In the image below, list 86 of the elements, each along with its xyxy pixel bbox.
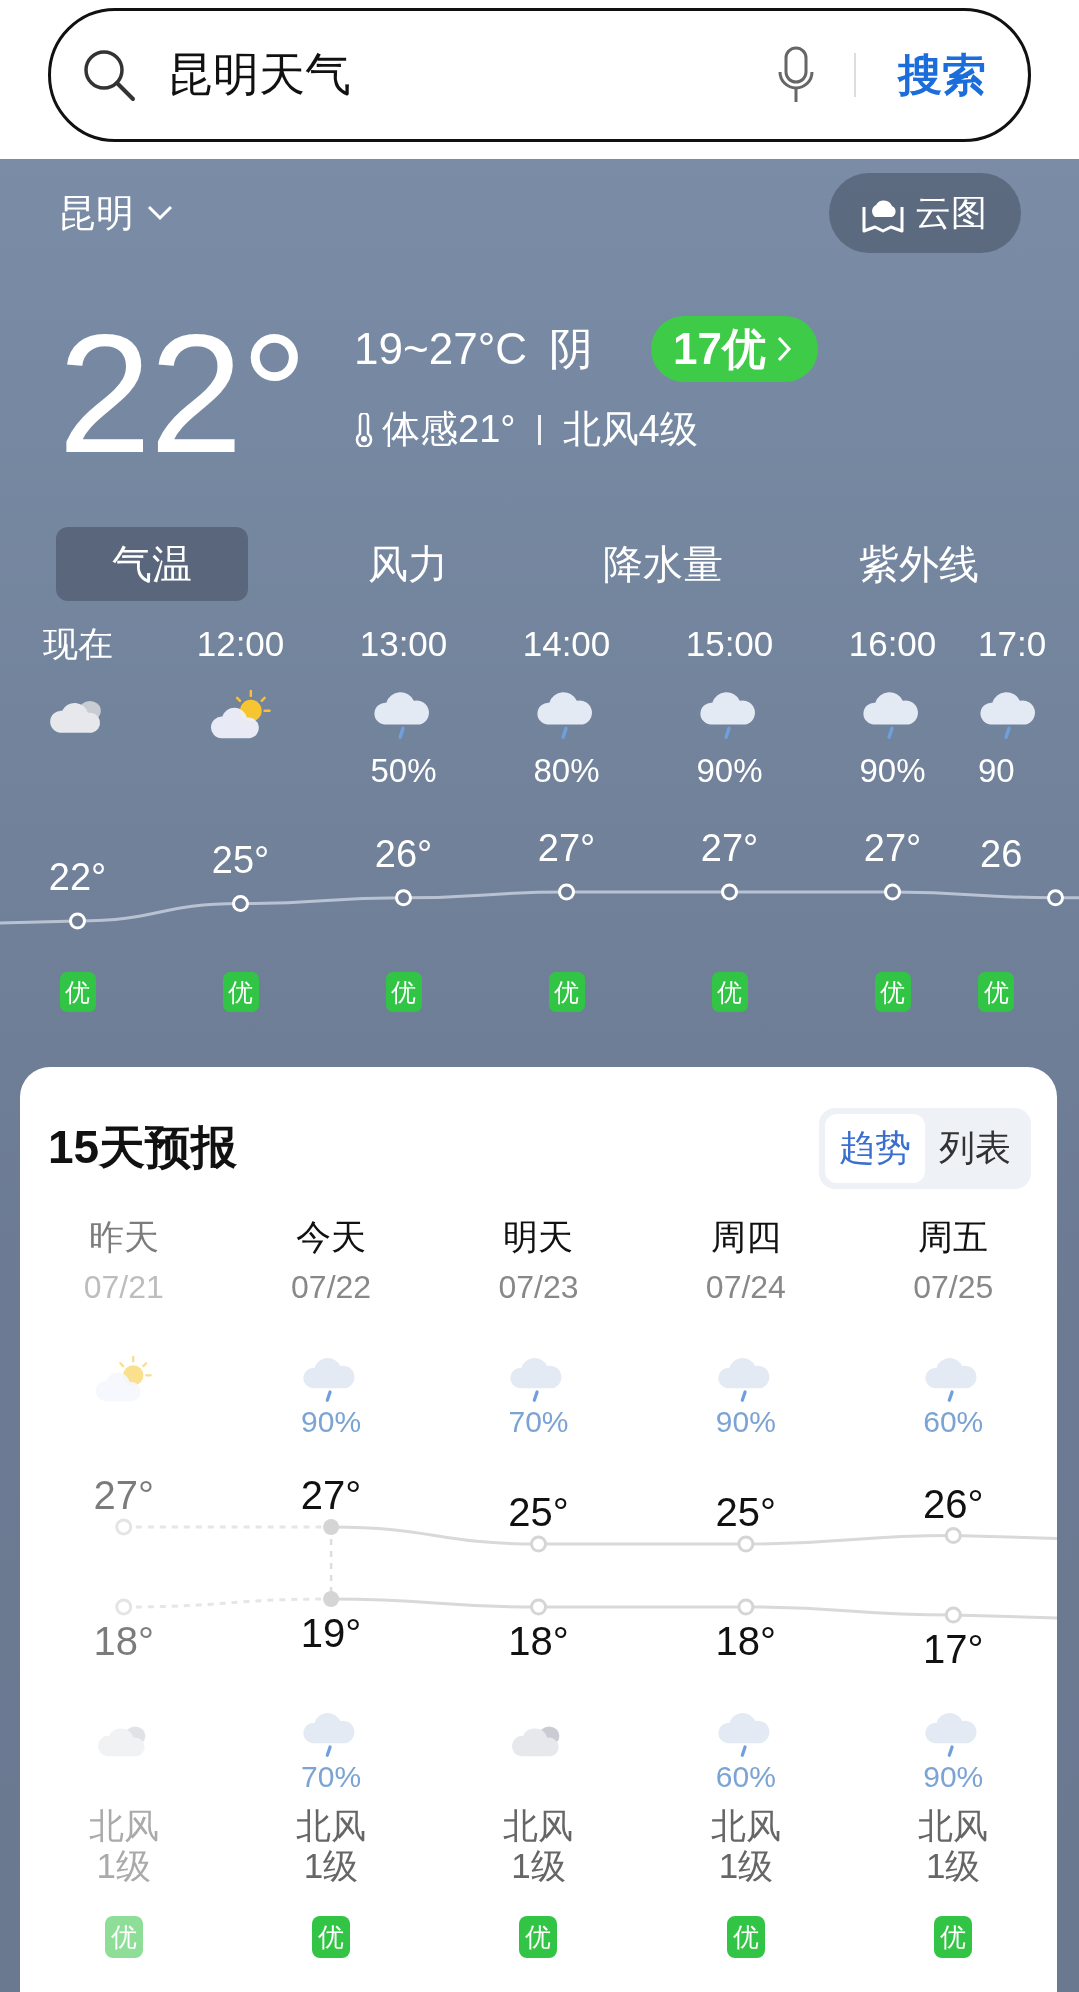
chevron-right-icon bbox=[775, 335, 792, 363]
hour-temperature: 27° bbox=[863, 826, 922, 870]
date-label: 07/24 bbox=[705, 1268, 786, 1307]
feels-like-text: 体感21° bbox=[382, 407, 516, 452]
high-temperature: 25° bbox=[508, 1489, 569, 1535]
hour-temperature: 26° bbox=[374, 832, 433, 876]
rain-chance: 90% bbox=[923, 1760, 984, 1793]
low-temperature: 18° bbox=[508, 1618, 569, 1664]
day-label: 明天 bbox=[503, 1216, 574, 1258]
low-temperature: 19° bbox=[300, 1610, 362, 1656]
hour-label: 13:00 bbox=[359, 623, 448, 665]
day-label: 今天 bbox=[296, 1216, 367, 1258]
low-temperature: 18° bbox=[715, 1618, 777, 1664]
day-label: 周五 bbox=[918, 1216, 989, 1258]
hour-temperature: 22° bbox=[48, 855, 107, 899]
search-field[interactable]: 昆明天气 搜索 bbox=[48, 8, 1031, 142]
high-temperature: 25° bbox=[715, 1489, 777, 1535]
view-option[interactable]: 列表 bbox=[925, 1113, 1025, 1183]
air-quality-badge: 优 bbox=[104, 1916, 143, 1958]
rain-chance: 80% bbox=[533, 752, 600, 789]
sun-cloud-icon bbox=[208, 689, 273, 741]
rain-chance: 50% bbox=[370, 752, 437, 789]
chart-tab[interactable]: 降水量 bbox=[567, 527, 760, 601]
high-temperature: 26° bbox=[923, 1481, 984, 1526]
air-quality-badge: 优 bbox=[726, 1916, 765, 1958]
current-temperature: 22° bbox=[58, 310, 307, 478]
wind-info: 北风 1级 bbox=[918, 1806, 989, 1886]
rain-chance: 70% bbox=[301, 1760, 362, 1793]
chevron-down-icon bbox=[146, 204, 174, 222]
air-quality-badge: 优 bbox=[385, 972, 422, 1012]
rain-chance: 70% bbox=[508, 1405, 569, 1438]
hour-label: 12:00 bbox=[196, 623, 285, 665]
date-label: 07/23 bbox=[498, 1268, 579, 1307]
hour-temperature: 26 bbox=[980, 832, 1023, 876]
chart-tab[interactable]: 紫外线 bbox=[823, 527, 1015, 601]
air-quality-badge: 优 bbox=[934, 1916, 973, 1958]
weather-condition: 阴 bbox=[549, 322, 593, 375]
hour-temperature: 27° bbox=[700, 826, 759, 870]
rain-chance: 90% bbox=[715, 1405, 776, 1438]
hour-label: 17:0 bbox=[978, 623, 1047, 665]
rain-chance: 90% bbox=[696, 752, 763, 789]
air-quality-badge: 优 bbox=[711, 972, 748, 1012]
rain-chance: 90 bbox=[978, 752, 1015, 789]
wind-info: 北风 1级 bbox=[503, 1806, 574, 1886]
chart-tab[interactable]: 风力 bbox=[311, 527, 504, 601]
low-temperature: 18° bbox=[93, 1618, 154, 1664]
hour-label: 15:00 bbox=[685, 623, 774, 665]
city-selector[interactable]: 昆明 bbox=[58, 183, 174, 243]
day-label: 周四 bbox=[710, 1216, 781, 1258]
rain-chance: 60% bbox=[715, 1760, 776, 1793]
hour-temperature: 25° bbox=[211, 838, 270, 882]
sun-cloud-icon bbox=[93, 1355, 154, 1403]
microphone-icon[interactable] bbox=[776, 46, 816, 104]
low-temperature: 17° bbox=[923, 1626, 984, 1672]
wind-info: 北风 1级 bbox=[710, 1806, 781, 1886]
chart-tab[interactable]: 气温 bbox=[56, 527, 248, 601]
air-quality-badge: 优 bbox=[59, 972, 96, 1012]
date-label: 07/21 bbox=[83, 1268, 164, 1307]
search-button[interactable]: 搜索 bbox=[892, 41, 992, 109]
day-label: 昨天 bbox=[88, 1216, 159, 1258]
hour-label: 现在 bbox=[42, 623, 113, 665]
hour-temperature: 27° bbox=[537, 826, 596, 870]
wind-info: 北风 1级 bbox=[88, 1806, 159, 1886]
rain-chance: 90% bbox=[859, 752, 926, 789]
hour-label: 16:00 bbox=[848, 623, 937, 665]
air-quality-badge: 优 bbox=[312, 1916, 351, 1958]
search-icon bbox=[81, 47, 137, 103]
air-quality-badge: 优 bbox=[548, 972, 585, 1012]
high-temperature: 27° bbox=[93, 1472, 154, 1518]
temperature-range: 19~27°C bbox=[354, 324, 527, 374]
wind-info: 北风 1级 bbox=[296, 1806, 367, 1886]
rain-chance: 60% bbox=[923, 1405, 984, 1438]
view-option[interactable]: 趋势 bbox=[825, 1113, 925, 1183]
air-quality-badge: 优 bbox=[978, 972, 1014, 1012]
section-title: 15天预报 bbox=[48, 1120, 238, 1175]
date-label: 07/25 bbox=[913, 1268, 994, 1307]
rain-chance: 90% bbox=[301, 1405, 362, 1438]
high-temperature: 27° bbox=[300, 1472, 362, 1518]
air-quality-badge: 优 bbox=[222, 972, 259, 1012]
thermometer-icon bbox=[354, 412, 375, 447]
air-quality-badge: 优 bbox=[874, 972, 911, 1012]
wind-text: 北风4级 bbox=[562, 407, 698, 452]
cloud-map-button[interactable]: 云图 bbox=[829, 173, 1021, 253]
hour-label: 14:00 bbox=[522, 623, 611, 665]
date-label: 07/22 bbox=[291, 1268, 372, 1307]
air-quality-badge: 优 bbox=[519, 1916, 558, 1958]
